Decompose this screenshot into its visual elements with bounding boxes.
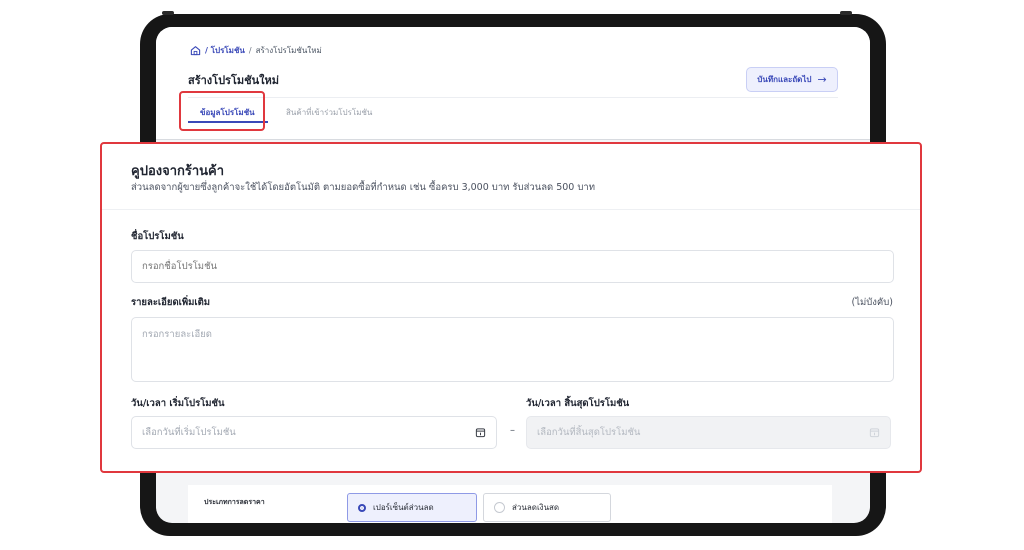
start-date-input[interactable]: เลือกวันที่เริ่มโปรโมชัน — [131, 416, 497, 449]
coupon-form-header: คูปองจากร้านค้า ส่วนลดจากผู้ขายซึ่งลูกค้… — [102, 144, 920, 210]
tab-highlight-box — [179, 91, 265, 131]
home-icon[interactable] — [190, 45, 201, 56]
coupon-form-card: คูปองจากร้านค้า ส่วนลดจากผู้ขายซึ่งลูกค้… — [100, 142, 922, 473]
calendar-icon — [869, 428, 880, 438]
details-label: รายละเอียดเพิ่มเติม — [131, 297, 211, 308]
discount-option-label: เปอร์เซ็นต์ส่วนลด — [373, 503, 434, 512]
tab-participating-products[interactable]: สินค้าที่เข้าร่วมโปรโมชัน — [286, 106, 372, 119]
discount-option-label: ส่วนลดเงินสด — [512, 503, 560, 512]
discount-type-section: ประเภทการลดราคา เปอร์เซ็นต์ส่วนลด ส่วนลด… — [188, 485, 832, 523]
radio-selected-icon — [358, 503, 366, 512]
breadcrumb: / โปรโมชัน / สร้างโปรโมชันใหม่ — [190, 44, 322, 57]
end-datetime-label: วัน/เวลา สิ้นสุดโปรโมชัน — [526, 398, 630, 409]
save-next-button[interactable]: บันทึกและถัดไป → — [746, 67, 838, 92]
promotion-name-label: ชื่อโปรโมชัน — [131, 231, 184, 242]
tab-bar: ข้อมูลโปรโมชัน สินค้าที่เข้าร่วมโปรโมชัน — [188, 97, 838, 125]
stage: / โปรโมชัน / สร้างโปรโมชันใหม่ สร้างโปรโ… — [0, 0, 1024, 550]
coupon-form-title: คูปองจากร้านค้า — [131, 164, 225, 179]
save-next-label: บันทึกและถัดไป — [757, 75, 812, 84]
start-date-placeholder: เลือกวันที่เริ่มโปรโมชัน — [142, 427, 236, 438]
discount-type-label: ประเภทการลดราคา — [204, 498, 265, 506]
discount-option-cash[interactable]: ส่วนลดเงินสด — [483, 493, 611, 522]
start-datetime-label: วัน/เวลา เริ่มโปรโมชัน — [131, 398, 225, 409]
breadcrumb-current: สร้างโปรโมชันใหม่ — [255, 46, 322, 55]
tablet-button — [840, 11, 852, 15]
calendar-icon[interactable] — [475, 427, 486, 438]
arrow-right-icon: → — [817, 73, 827, 86]
details-optional-note: (ไม่บังคับ) — [851, 297, 893, 308]
breadcrumb-separator: / — [248, 46, 252, 55]
breadcrumb-link-promotions[interactable]: / โปรโมชัน — [205, 44, 245, 57]
coupon-form-subtitle: ส่วนลดจากผู้ขายซึ่งลูกค้าจะใช้ได้โดยอัตโ… — [131, 182, 595, 193]
end-date-input[interactable]: เลือกวันที่สิ้นสุดโปรโมชัน — [526, 416, 891, 449]
promotion-name-input[interactable] — [131, 250, 894, 283]
end-date-placeholder: เลือกวันที่สิ้นสุดโปรโมชัน — [537, 427, 641, 438]
tablet-button — [162, 11, 174, 15]
discount-option-percent[interactable]: เปอร์เซ็นต์ส่วนลด — [347, 493, 477, 522]
details-placeholder: กรอกรายละเอียด — [142, 329, 212, 340]
page-title: สร้างโปรโมชันใหม่ — [188, 74, 279, 87]
radio-empty-icon — [494, 502, 505, 513]
date-range-separator: – — [510, 425, 515, 436]
details-textarea[interactable]: กรอกรายละเอียด — [131, 317, 894, 382]
